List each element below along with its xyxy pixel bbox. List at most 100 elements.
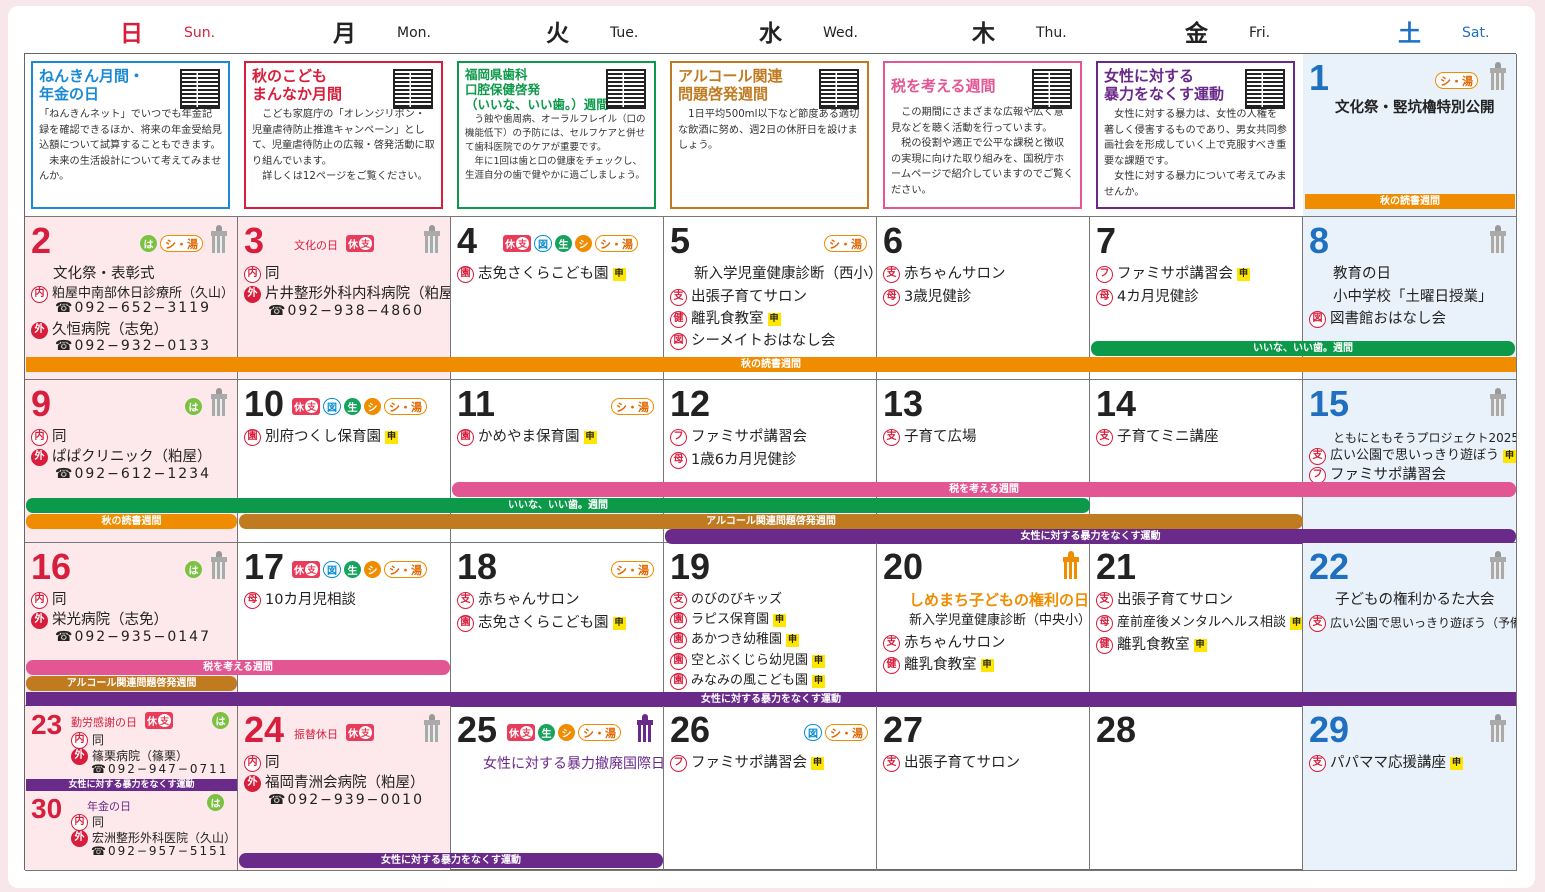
weekday-wed: 水 Wed. xyxy=(759,21,858,47)
day-cell-23-30[interactable]: 23 勤労感謝の日 休支は 内同 外篠栗病院（篠栗） ☎092−947−0711… xyxy=(25,706,238,871)
support-icon: 支 xyxy=(1096,591,1113,609)
day-cell-19[interactable]: 19 支のびのびキッズ 園ラピス保育園申 園あかつき幼稚園申 園空とぶくじら幼児… xyxy=(664,543,877,706)
badge-library: 図 xyxy=(323,398,341,415)
weekday-tue: 火 Tue. xyxy=(546,21,639,47)
info-box-josei: 女性に対する 暴力をなくす運動 女性に対する暴力は、女性の人権を著しく侵害するも… xyxy=(1096,61,1295,209)
badge-shi: シ xyxy=(558,724,575,741)
bar-josei-undo: 女性に対する暴力をなくす運動 xyxy=(26,692,1516,707)
clinic-internal-icon: 内 xyxy=(31,428,48,446)
health-icon: 健 xyxy=(1096,636,1113,654)
day-cell-22[interactable]: 22 子どもの権利かるた大会 支広い公園で思いっきり遊ぼう（予備日）申 xyxy=(1303,543,1517,706)
qr-code-icon xyxy=(1032,69,1072,109)
tower-icon xyxy=(209,388,229,416)
application-required-icon: 申 xyxy=(773,613,787,627)
day-cell-24[interactable]: 24 振替休日 休支 内同 外福岡青洲会病院（粕屋） ☎092−939−0010 xyxy=(238,706,451,871)
family-support-icon: フ xyxy=(670,754,687,772)
day-cell-26[interactable]: 26 図シ・湯 フファミサポ講習会申 xyxy=(664,706,877,871)
badge-kyu-shi: 休支 xyxy=(346,724,374,741)
clinic-external-icon: 外 xyxy=(71,747,88,765)
day-cell-28[interactable]: 28 xyxy=(1090,706,1303,871)
support-icon: 支 xyxy=(1309,614,1326,632)
badge-kyu-shi: 休支 xyxy=(346,235,374,252)
application-required-icon: 申 xyxy=(786,633,800,647)
clinic-external-icon: 外 xyxy=(244,285,261,303)
bar-zei-week: 税を考える週間 xyxy=(26,660,450,675)
bar-alcohol-week: アルコール関連問題啓発週間 xyxy=(26,676,237,691)
application-required-icon: 申 xyxy=(612,616,626,630)
clinic-external-icon: 外 xyxy=(71,829,88,847)
bar-zei-week: 税を考える週間 xyxy=(452,482,1516,497)
day-cell-3[interactable]: 3 文化の日 休支 内同 外片井整形外科内科病院（粕屋） ☎092−938−48… xyxy=(238,217,451,380)
day-cell-25[interactable]: 25 休支生シシ・湯 女性に対する暴力撤廃国際日 xyxy=(451,706,664,871)
mother-icon: 母 xyxy=(1096,614,1113,632)
tower-icon xyxy=(1061,551,1081,579)
day-cell-15[interactable]: 15 ともにともそうプロジェクト2025点灯式 支広い公園で思いっきり遊ぼう申 … xyxy=(1303,380,1517,543)
badge-shi-yu: シ・湯 xyxy=(611,561,654,578)
clinic-external-icon: 外 xyxy=(31,611,48,629)
family-support-icon: フ xyxy=(670,428,687,446)
day-cell-21[interactable]: 21 支出張子育てサロン 母産前産後メンタルヘルス相談申 健離乳食教室申 xyxy=(1090,543,1303,706)
health-icon: 健 xyxy=(883,656,900,674)
library-icon: 図 xyxy=(670,332,687,350)
application-required-icon: 申 xyxy=(767,312,781,326)
application-required-icon: 申 xyxy=(1290,616,1302,630)
bar-aki-dokusho: 秋の読書週間 xyxy=(1305,194,1515,209)
application-required-icon: 申 xyxy=(1503,449,1516,463)
clinic-external-icon: 外 xyxy=(31,448,48,466)
badge-library: 図 xyxy=(323,561,341,578)
badge-shi-yu: シ・湯 xyxy=(384,398,427,415)
day-cell-20[interactable]: 20 しめまち子どもの権利の日 新入学児童健康診断（中央小） 支赤ちゃんサロン … xyxy=(877,543,1090,706)
badge-sei: 生 xyxy=(344,398,361,415)
badge-shi-yu: シ・湯 xyxy=(1435,72,1478,89)
nursery-icon: 園 xyxy=(457,614,474,632)
day-cell-6[interactable]: 6 支赤ちゃんサロン 母 3歳児健診 xyxy=(877,217,1090,380)
application-required-icon: 申 xyxy=(1193,638,1207,652)
library-icon: 図 xyxy=(1309,310,1326,328)
badge-kyu-shi: 休支 xyxy=(507,724,535,741)
bar-iina-week: いいな、いい歯。週間 xyxy=(26,498,1090,513)
qr-code-icon xyxy=(819,69,859,109)
qr-code-icon xyxy=(180,69,220,109)
badge-shi-yu: シ・湯 xyxy=(825,724,868,741)
badge-ha: は xyxy=(207,794,224,811)
day-cell-4[interactable]: 4 休支図生シシ・湯 園志免さくらこども園申 xyxy=(451,217,664,380)
application-required-icon: 申 xyxy=(1450,756,1463,770)
badge-shi-yu: シ・湯 xyxy=(578,724,621,741)
health-icon: 健 xyxy=(670,310,687,328)
support-icon: 支 xyxy=(670,288,687,306)
nursery-icon: 園 xyxy=(670,611,687,629)
support-icon: 支 xyxy=(883,265,900,283)
day-cell-18[interactable]: 18 シ・湯 支赤ちゃんサロン 園志免さくらこども園申 xyxy=(451,543,664,706)
support-icon: 支 xyxy=(1309,447,1326,465)
day-cell-2[interactable]: 2 はシ・湯 文化祭・表彰式 内粕屋中南部休日診療所（久山） ☎092−652−… xyxy=(25,217,238,380)
badge-shi-yu: シ・湯 xyxy=(611,398,654,415)
bar-josei-undo: 女性に対する暴力をなくす運動 xyxy=(239,853,663,868)
info-box-zei: 税を考える週間 この期間にさまざまな広報や広く意見などを聴く活動を行っています。… xyxy=(883,61,1082,209)
tower-icon xyxy=(1488,388,1508,416)
tower-icon xyxy=(1488,225,1508,253)
badge-shi-yu: シ・湯 xyxy=(384,561,427,578)
day-cell-1[interactable]: 1 シ・湯 文化祭・竪坑櫓特別公開 秋の読書週間 xyxy=(1303,54,1517,217)
clinic-internal-icon: 内 xyxy=(31,285,48,303)
day-cell-29[interactable]: 29 支パパママ応援講座申 xyxy=(1303,706,1517,871)
badge-sei: 生 xyxy=(344,561,361,578)
application-required-icon: 申 xyxy=(980,658,994,672)
tower-icon xyxy=(1488,62,1508,90)
qr-code-icon xyxy=(393,69,433,109)
day-cell-17[interactable]: 17 休支図生シシ・湯 母 10カ月児相談 xyxy=(238,543,451,706)
day-cell-27[interactable]: 27 支出張子育てサロン xyxy=(877,706,1090,871)
tower-icon xyxy=(635,714,655,742)
badge-kyu-shi: 休支 xyxy=(292,561,320,578)
badge-kyu-shi: 休支 xyxy=(292,398,320,415)
application-required-icon: 申 xyxy=(1237,267,1250,281)
badge-ha: は xyxy=(185,561,202,578)
badge-ha: は xyxy=(140,235,157,252)
support-icon: 支 xyxy=(883,428,900,446)
bar-alcohol-week: アルコール関連問題啓発週間 xyxy=(239,514,1303,529)
clinic-internal-icon: 内 xyxy=(244,754,261,772)
nursery-icon: 園 xyxy=(244,428,261,446)
day-cell-5[interactable]: 5 シ・湯 新入学児童健康診断（西小） 支出張子育てサロン 健離乳食教室申 図シ… xyxy=(664,217,877,380)
badge-ha: は xyxy=(212,712,229,729)
clinic-internal-icon: 内 xyxy=(31,591,48,609)
badge-shi-yu: シ・湯 xyxy=(160,235,203,252)
